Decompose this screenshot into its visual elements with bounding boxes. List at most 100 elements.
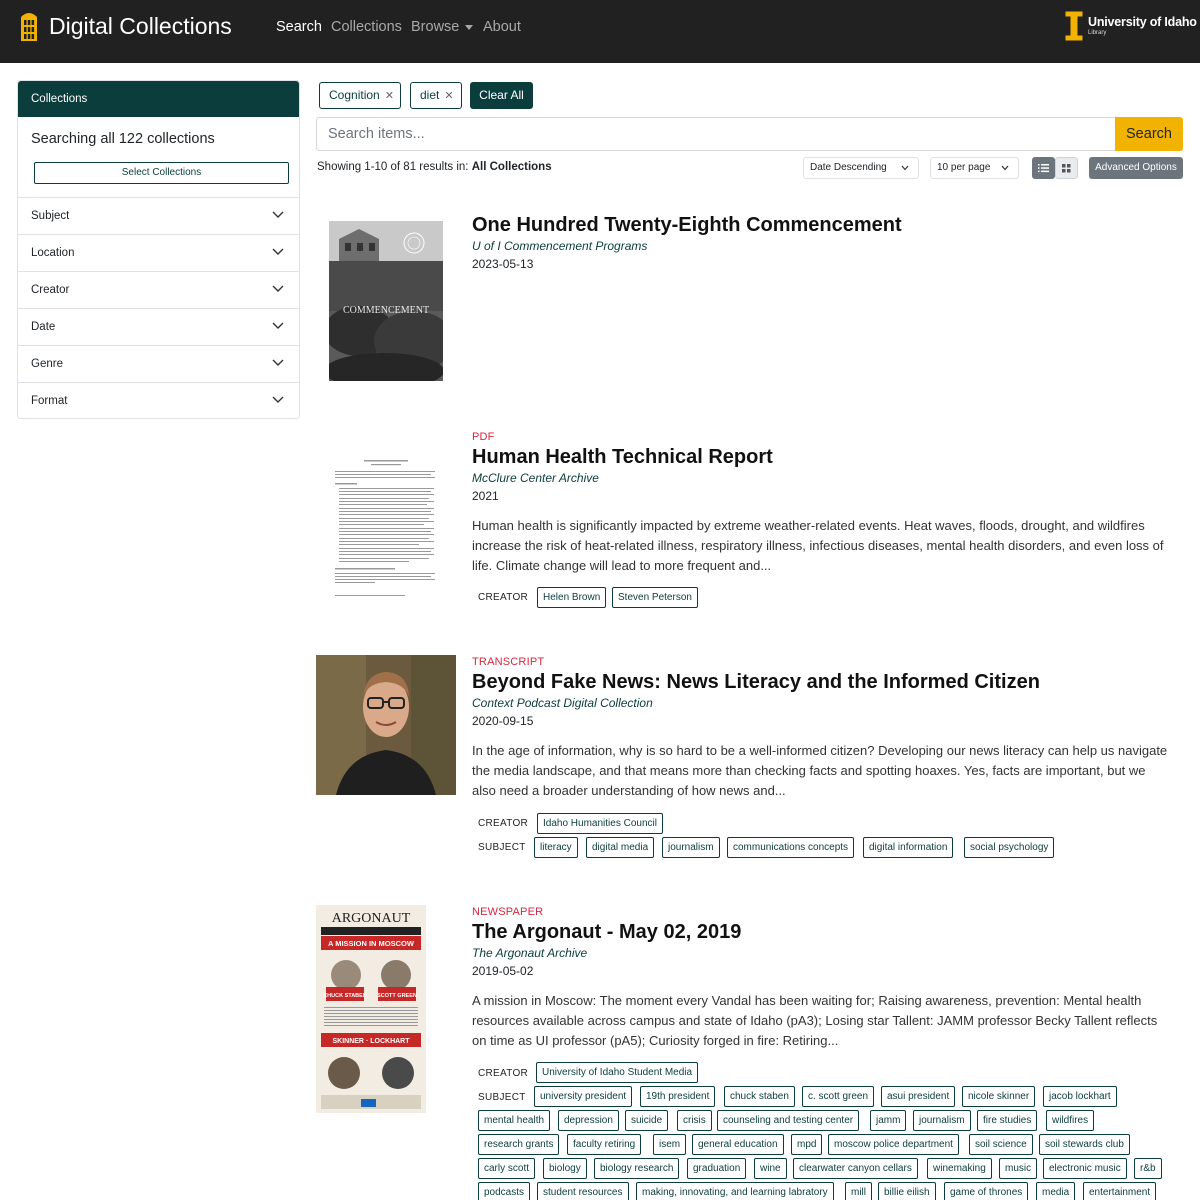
subject-tag[interactable]: mpd	[791, 1134, 823, 1155]
subject-tag[interactable]: digital media	[586, 837, 655, 858]
subject-tag[interactable]: journalism	[662, 837, 720, 858]
facet-creator[interactable]: Creator	[18, 272, 299, 309]
result-collection[interactable]: U of I Commencement Programs	[472, 239, 647, 253]
subject-tag[interactable]: chuck staben	[724, 1086, 795, 1107]
subject-tag[interactable]: wine	[754, 1158, 787, 1179]
subject-tag[interactable]: asui president	[881, 1086, 956, 1107]
remove-filter-icon[interactable]: ✕	[385, 90, 394, 102]
nav-search[interactable]: Search	[276, 18, 322, 36]
nav-about[interactable]: About	[483, 18, 521, 36]
subject-tag[interactable]: game of thrones	[944, 1182, 1029, 1200]
subject-tag[interactable]: social psychology	[964, 837, 1055, 858]
sort-select[interactable]: Date Descending	[803, 157, 919, 179]
subject-tag[interactable]: literacy	[534, 837, 578, 858]
creator-tag[interactable]: Helen Brown	[537, 587, 607, 608]
subject-tag[interactable]: mental health	[478, 1110, 551, 1131]
facet-genre[interactable]: Genre	[18, 346, 299, 383]
facet-date[interactable]: Date	[18, 309, 299, 346]
facet-location[interactable]: Location	[18, 235, 299, 272]
subject-tag[interactable]: university president	[534, 1086, 633, 1107]
subject-tag[interactable]: podcasts	[478, 1182, 531, 1200]
result-date: 2023-05-13	[472, 257, 534, 271]
result-thumbnail[interactable]	[329, 455, 443, 605]
list-view-button[interactable]	[1032, 157, 1055, 179]
remove-filter-icon[interactable]: ✕	[444, 90, 453, 102]
select-collections-button[interactable]: Select Collections	[34, 162, 289, 184]
per-page-select[interactable]: 10 per page	[930, 157, 1019, 179]
library-building-icon[interactable]	[19, 11, 39, 41]
result-title[interactable]: The Argonaut - May 02, 2019	[472, 921, 741, 944]
filter-chip-cognition[interactable]: Cognition ✕	[319, 82, 401, 109]
grid-view-button[interactable]	[1055, 157, 1078, 179]
thumbnail-name: SKINNER	[332, 1038, 364, 1045]
subject-tag[interactable]: biology	[543, 1158, 587, 1179]
creator-tag[interactable]: University of Idaho Student Media	[536, 1062, 699, 1083]
subject-tag[interactable]: student resources	[537, 1182, 629, 1200]
subject-tag[interactable]: soil science	[969, 1134, 1033, 1155]
subject-tag[interactable]: winemaking	[927, 1158, 992, 1179]
subject-tag[interactable]: general education	[692, 1134, 784, 1155]
subject-tag[interactable]: counseling and testing center	[717, 1110, 860, 1131]
nav-browse[interactable]: Browse	[411, 18, 474, 36]
subject-tag[interactable]: jacob lockhart	[1043, 1086, 1117, 1107]
subject-tag[interactable]: isem	[653, 1134, 687, 1155]
subject-tag[interactable]: depression	[558, 1110, 619, 1131]
subject-tag[interactable]: digital information	[863, 837, 954, 858]
result-title[interactable]: Human Health Technical Report	[472, 446, 773, 469]
subject-tag[interactable]: research grants	[478, 1134, 560, 1155]
subject-tag[interactable]: crisis	[677, 1110, 712, 1131]
subject-tag[interactable]: electronic music	[1043, 1158, 1127, 1179]
result-collection[interactable]: McClure Center Archive	[472, 471, 599, 485]
subject-tag[interactable]: making, innovating, and learning labrato…	[636, 1182, 834, 1200]
subject-tag[interactable]: mill	[845, 1182, 872, 1200]
subject-tag[interactable]: jamm	[870, 1110, 907, 1131]
subject-tag[interactable]: billie eilish	[878, 1182, 936, 1200]
result-collection[interactable]: Context Podcast Digital Collection	[472, 696, 653, 710]
subject-tag[interactable]: 19th president	[640, 1086, 716, 1107]
advanced-options-button[interactable]: Advanced Options	[1089, 157, 1183, 179]
subject-tag[interactable]: faculty retiring	[567, 1134, 642, 1155]
search-input[interactable]: Search items...	[316, 117, 1115, 151]
facet-label: Subject	[31, 210, 70, 222]
creator-tag[interactable]: Idaho Humanities Council	[537, 813, 663, 834]
sidebar-header: Collections	[18, 81, 299, 117]
subject-tag[interactable]: c. scott green	[802, 1086, 875, 1107]
subject-tag[interactable]: r&b	[1134, 1158, 1162, 1179]
thumbnail-name: CHUCK STABEN	[323, 993, 367, 999]
searching-collections-text: Searching all 122 collections	[31, 131, 215, 147]
facet-subject[interactable]: Subject	[18, 198, 299, 235]
result-thumbnail[interactable]: ARGONAUT A MISSION IN MOSCOW CHUCK STABE…	[316, 905, 426, 1113]
university-i-logo-icon[interactable]	[1064, 10, 1084, 42]
subject-tag[interactable]: music	[999, 1158, 1038, 1179]
subject-tag[interactable]: nicole skinner	[962, 1086, 1036, 1107]
results-scope: All Collections	[471, 161, 552, 173]
subject-tag[interactable]: clearwater canyon cellars	[793, 1158, 918, 1179]
site-brand[interactable]: Digital Collections	[49, 12, 232, 40]
result-thumbnail[interactable]	[316, 655, 456, 795]
subject-tag[interactable]: graduation	[687, 1158, 747, 1179]
result-collection[interactable]: The Argonaut Archive	[472, 946, 587, 960]
subject-tag[interactable]: carly scott	[478, 1158, 536, 1179]
creator-tag[interactable]: Steven Peterson	[612, 587, 698, 608]
subject-tag[interactable]: communications concepts	[727, 837, 855, 858]
search-button[interactable]: Search	[1115, 117, 1183, 151]
university-name[interactable]: University of Idaho	[1088, 15, 1197, 29]
subject-tag[interactable]: moscow police department	[828, 1134, 959, 1155]
filter-chip-diet[interactable]: diet ✕	[410, 82, 462, 109]
thumbnail-title: COMMENCEMENT	[343, 305, 429, 316]
subject-tag[interactable]: journalism	[913, 1110, 971, 1131]
result-title[interactable]: One Hundred Twenty-Eighth Commencement	[472, 214, 902, 237]
result-thumbnail[interactable]: COMMENCEMENT	[329, 221, 443, 381]
clear-all-button[interactable]: Clear All	[470, 82, 533, 109]
subject-tag[interactable]: suicide	[625, 1110, 669, 1131]
result-title[interactable]: Beyond Fake News: News Literacy and the …	[472, 671, 1040, 694]
subject-tag[interactable]: biology research	[594, 1158, 680, 1179]
facet-format[interactable]: Format	[18, 383, 299, 420]
subject-tag[interactable]: fire studies	[977, 1110, 1038, 1131]
subject-tag[interactable]: wildfires	[1046, 1110, 1095, 1131]
subject-tag[interactable]: entertainment	[1083, 1182, 1157, 1200]
subject-tag[interactable]: media	[1036, 1182, 1076, 1200]
subject-tag[interactable]: soil stewards club	[1039, 1134, 1130, 1155]
svg-text:SKINNER · LOCKHART: SKINNER · LOCKHART	[332, 1038, 410, 1045]
nav-collections[interactable]: Collections	[331, 18, 402, 36]
